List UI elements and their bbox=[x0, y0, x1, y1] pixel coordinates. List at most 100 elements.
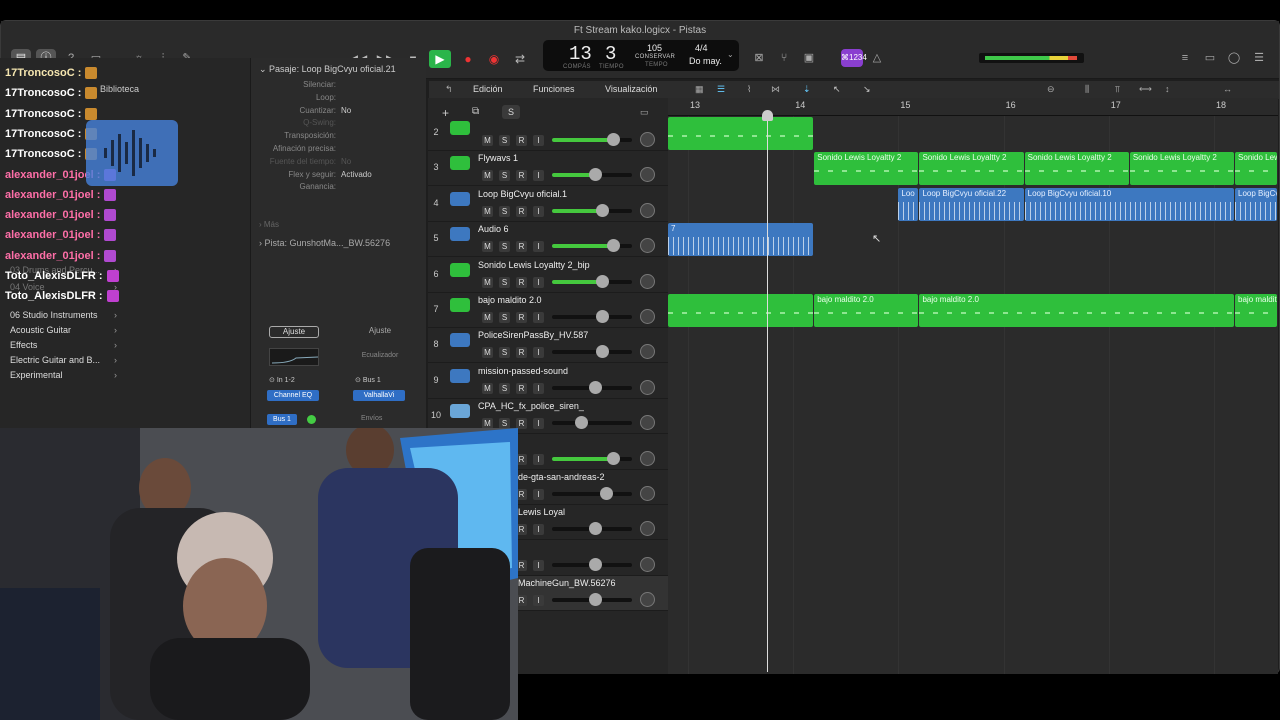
track-header[interactable]: 3 Flywavs 1 MSRI bbox=[428, 151, 668, 187]
mute-button[interactable]: M bbox=[482, 347, 493, 359]
region[interactable]: bajo maldito 2.0 bbox=[1235, 294, 1277, 327]
input-monitor-button[interactable]: I bbox=[533, 418, 544, 430]
solo-button[interactable]: S bbox=[499, 241, 510, 253]
mute-button[interactable]: M bbox=[482, 276, 493, 288]
pan-knob[interactable] bbox=[640, 167, 655, 183]
pan-knob[interactable] bbox=[640, 521, 655, 537]
region[interactable]: Sonido Lewis Loyaltty 2 bbox=[1024, 152, 1129, 186]
pan-knob[interactable] bbox=[640, 309, 655, 324]
library-item[interactable]: Effects bbox=[10, 340, 37, 350]
volume-slider[interactable] bbox=[552, 421, 632, 426]
region[interactable] bbox=[668, 117, 814, 150]
input-monitor-button[interactable]: I bbox=[533, 382, 544, 394]
volume-knob[interactable] bbox=[600, 487, 613, 500]
track-header[interactable]: 6 Sonido Lewis Loyaltty 2_bip M S R I bbox=[428, 258, 668, 293]
region[interactable]: Sonido Lewis Loyaltty 2 bbox=[1129, 152, 1235, 186]
pointer-tool-icon[interactable]: ↖ bbox=[833, 84, 841, 95]
volume-knob[interactable] bbox=[596, 345, 610, 359]
track-header[interactable]: 4 Loop BigCvyu oficial.1 M S R I bbox=[428, 187, 668, 222]
note-pad-icon[interactable]: ▭ bbox=[1200, 49, 1220, 67]
input-monitor-button[interactable]: I bbox=[533, 135, 544, 146]
track-header[interactable]: 2 MSRI bbox=[428, 116, 668, 151]
track-inspector-title[interactable]: › Pista: GunshotMa..._BW.56276 bbox=[259, 238, 390, 248]
input-monitor-button[interactable]: I bbox=[533, 524, 544, 536]
region[interactable]: Loop BigCvyu oficial.22 bbox=[919, 187, 1024, 221]
track-header[interactable]: 9 mission-passed-sound M S R I bbox=[428, 364, 668, 399]
back-icon[interactable]: ↰ bbox=[445, 84, 453, 95]
track-name[interactable]: PoliceSirenPassBy_HV.587 bbox=[478, 330, 588, 340]
strip-b-eq-label[interactable]: Ecualizador bbox=[355, 352, 405, 359]
library-item[interactable]: Acoustic Guitar bbox=[10, 325, 71, 335]
list-editors-icon[interactable]: ≡ bbox=[1175, 49, 1195, 67]
count-in-badge[interactable]: ⌘1234 bbox=[841, 49, 867, 67]
volume-knob[interactable] bbox=[596, 310, 610, 323]
arrange-area[interactable]: Sonido Lewis Loyaltty 2 Sonido Lewis Loya… bbox=[668, 116, 1278, 674]
track-name[interactable]: MachineGun_BW.56276 bbox=[518, 578, 616, 588]
input-monitor-button[interactable]: I bbox=[533, 347, 544, 359]
solo-button[interactable]: S bbox=[499, 312, 510, 323]
catch-icon[interactable]: ⇣ bbox=[803, 84, 811, 95]
strip-b-setting-button[interactable]: Ajuste bbox=[355, 326, 405, 338]
play-button[interactable]: ▶ bbox=[429, 50, 451, 68]
snap-icon[interactable]: ⊖ bbox=[1047, 84, 1055, 95]
volume-slider[interactable] bbox=[552, 315, 632, 319]
volume-knob[interactable] bbox=[589, 557, 603, 571]
bar-ruler[interactable]: 13 14 15 16 17 18 bbox=[668, 98, 1278, 116]
track-name[interactable]: mission-passed-sound bbox=[478, 366, 568, 376]
solo-button[interactable]: S bbox=[499, 135, 510, 146]
mute-button[interactable]: M bbox=[482, 205, 493, 217]
volume-knob[interactable] bbox=[574, 416, 588, 430]
region[interactable]: bajo maldito 2.0 bbox=[814, 294, 919, 327]
list-view-icon[interactable]: ☰ bbox=[717, 84, 725, 95]
track-name[interactable]: Audio 6 bbox=[478, 224, 509, 234]
volume-knob[interactable] bbox=[596, 203, 610, 217]
solo-icon[interactable]: ▣ bbox=[799, 49, 819, 67]
pan-knob[interactable] bbox=[640, 379, 655, 395]
record-enable-button[interactable]: R bbox=[516, 347, 527, 359]
region[interactable]: Sonido Lewis Lo bbox=[1235, 152, 1277, 186]
input-monitor-button[interactable]: I bbox=[533, 312, 544, 323]
capture-record-button[interactable]: ◉ bbox=[483, 50, 505, 68]
edit-menu[interactable]: Edición bbox=[473, 84, 503, 94]
strip-a-setting-button[interactable]: Ajuste bbox=[269, 326, 319, 338]
track-name[interactable]: de-gta-san-andreas-2 bbox=[518, 472, 605, 482]
region[interactable]: Sonido Lewis Loyaltty 2 bbox=[814, 152, 919, 186]
pan-knob[interactable] bbox=[640, 132, 655, 147]
volume-knob[interactable] bbox=[589, 168, 603, 182]
volume-knob[interactable] bbox=[589, 593, 603, 607]
library-item[interactable]: Electric Guitar and B... bbox=[10, 355, 100, 365]
library-item[interactable]: 06 Studio Instruments bbox=[10, 310, 98, 320]
cycle-button[interactable]: ⇄ bbox=[509, 50, 531, 68]
metronome-icon[interactable]: △ bbox=[867, 49, 887, 67]
record-button[interactable]: ● bbox=[457, 50, 479, 68]
region[interactable]: 7 bbox=[668, 223, 814, 257]
track-name[interactable]: bajo maldito 2.0 bbox=[478, 295, 542, 305]
pan-knob[interactable] bbox=[640, 415, 655, 431]
loop-browser-icon[interactable]: ◯ bbox=[1224, 49, 1244, 67]
param-value[interactable]: No bbox=[341, 106, 351, 115]
track-name[interactable]: Sonido Lewis Loyaltty 2_bip bbox=[478, 260, 590, 270]
solo-button[interactable]: S bbox=[499, 347, 510, 359]
zoom-arrows-icon[interactable]: ↔ bbox=[1223, 84, 1232, 94]
solo-button[interactable]: S bbox=[499, 205, 510, 217]
grid-view-icon[interactable]: ▦ bbox=[695, 84, 704, 95]
send-bus-slot[interactable]: Bus 1 bbox=[267, 414, 297, 425]
pan-knob[interactable] bbox=[640, 238, 655, 254]
region[interactable]: Loop BigCvyu ofic bbox=[1235, 187, 1277, 221]
track-name[interactable]: CPA_HC_fx_police_siren_ bbox=[478, 401, 584, 411]
record-enable-button[interactable]: R bbox=[516, 205, 527, 217]
library-item[interactable]: Experimental bbox=[10, 370, 63, 380]
mute-button[interactable]: M bbox=[482, 382, 493, 394]
input-monitor-button[interactable]: I bbox=[533, 241, 544, 253]
view-menu[interactable]: Visualización bbox=[605, 84, 657, 94]
mute-button[interactable]: M bbox=[482, 170, 493, 182]
strip-a-input[interactable]: ⊙ In 1-2 bbox=[269, 376, 295, 384]
strip-b-input[interactable]: ⊙ Bus 1 bbox=[355, 376, 381, 384]
volume-knob[interactable] bbox=[607, 239, 621, 253]
pan-knob[interactable] bbox=[640, 592, 655, 608]
region[interactable]: Loop BigCvyu oficial.10 bbox=[1024, 187, 1235, 221]
solo-button[interactable]: S bbox=[499, 276, 510, 288]
track-name[interactable]: Flywavs 1 bbox=[478, 153, 518, 163]
browser-icon[interactable]: ☰ bbox=[1249, 49, 1269, 67]
input-monitor-button[interactable]: I bbox=[533, 453, 544, 465]
